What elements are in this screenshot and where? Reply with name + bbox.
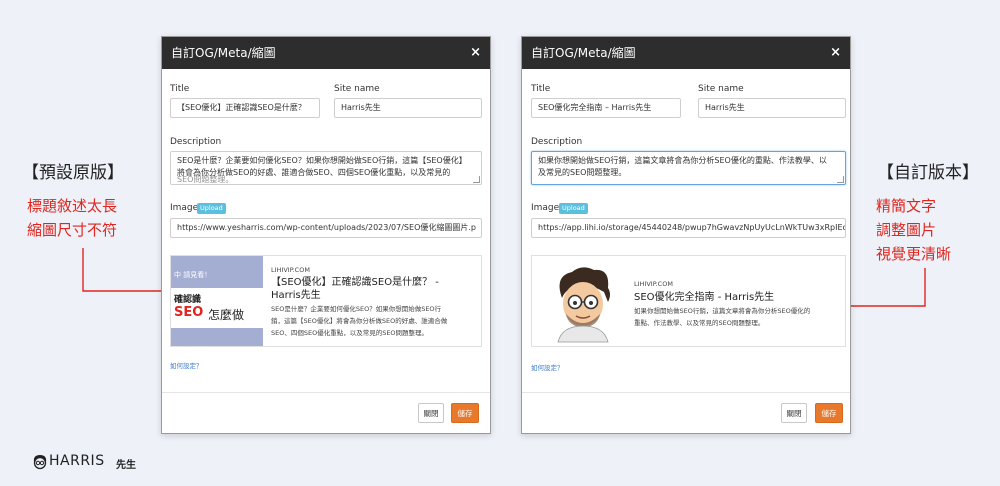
modal-footer-divider	[522, 392, 850, 393]
avatar-cartoon-icon	[557, 267, 610, 343]
link-preview-card: LIHIVIP.COM SEO優化完全指南 - Harris先生 如果你想開始做…	[531, 255, 846, 347]
og-meta-modal-custom: 自訂OG/Meta/縮圖 × Title Site name SEO優化完全指南…	[521, 36, 851, 434]
description-label: Description	[531, 137, 583, 147]
modal-footer-divider	[162, 392, 490, 393]
description-textarea[interactable]: 如果你想開始做SEO行銷，這篇文章將會為你分析SEO優化的重點、作法教學、以 及…	[531, 151, 846, 185]
preview-desc-line: SEO是什麼？企業要如何優化SEO？如果你想開始做SEO行	[271, 305, 442, 313]
description-line: SEO是什麼？企業要如何優化SEO？如果你想開始做SEO行銷，這篇【SEO優化】	[177, 156, 467, 165]
preview-desc-line: 重點、作法教學、以及常見的SEO問題整理。	[634, 319, 765, 327]
right-note-adjust-image: 調整圖片	[876, 221, 937, 239]
how-to-setup-link[interactable]: 如何設定？	[170, 360, 203, 370]
preview-desc-line: 如果你想開始做SEO行銷，這篇文章將會為你分析SEO優化的	[634, 307, 811, 315]
modal-title: 自訂OG/Meta/縮圖	[531, 46, 636, 60]
resize-handle[interactable]	[473, 176, 480, 183]
image-url-input[interactable]: https://app.lihi.io/storage/45440248/pwu…	[531, 218, 846, 238]
preview-thumbnail: 中 請見看！ 確認識 SEO 怎麼做	[171, 256, 263, 346]
site-name-input[interactable]: Harris先生	[334, 98, 482, 118]
left-panel-heading: 【預設原版】	[22, 163, 124, 183]
preview-title-line: Harris先生	[271, 290, 321, 301]
title-label: Title	[531, 84, 551, 94]
logo-text: HARRIS	[49, 453, 105, 469]
modal-header: 自訂OG/Meta/縮圖 ×	[162, 37, 490, 69]
description-label: Description	[170, 137, 222, 147]
logo-suffix: 先生	[116, 460, 136, 471]
title-label: Title	[170, 84, 190, 94]
left-note-title-too-long: 標題敘述太長	[27, 197, 118, 215]
image-label: Image	[531, 203, 560, 213]
save-button[interactable]: 儲存	[451, 403, 479, 423]
close-icon[interactable]: ×	[470, 37, 481, 69]
left-note-thumb-size: 縮圖尺寸不符	[27, 221, 118, 239]
thumb-text: 確認識	[174, 295, 202, 305]
description-textarea[interactable]: SEO是什麼？企業要如何優化SEO？如果你想開始做SEO行銷，這篇【SEO優化】…	[170, 151, 482, 185]
right-connector-line	[842, 268, 926, 310]
right-note-clearer-visual: 視覺更清晰	[876, 245, 952, 263]
resize-handle[interactable]	[837, 176, 844, 183]
close-button[interactable]: 關閉	[781, 403, 807, 423]
site-name-input[interactable]: Harris先生	[698, 98, 846, 118]
link-preview-card: 中 請見看！ 確認識 SEO 怎麼做 LIHIVIP.COM 【SEO優化】正確…	[170, 255, 482, 347]
title-input[interactable]: SEO優化完全指南 – Harris先生	[531, 98, 681, 118]
thumb-seo-text: SEO	[174, 305, 204, 320]
image-label: Image	[170, 203, 199, 213]
right-note-simplify-text: 精簡文字	[876, 197, 937, 215]
modal-title: 自訂OG/Meta/縮圖	[171, 46, 276, 60]
description-line: 如果你想開始做SEO行銷，這篇文章將會為你分析SEO優化的重點、作法教學、以	[538, 156, 827, 165]
description-line: 及常見的SEO問題整理。	[538, 168, 627, 177]
description-line: SEO問題整理。	[177, 175, 234, 184]
site-name-label: Site name	[698, 84, 744, 94]
thumb-caption: 中 請見看！	[174, 271, 212, 279]
og-meta-modal-default: 自訂OG/Meta/縮圖 × Title Site name 【SEO優化】正確…	[161, 36, 491, 434]
preview-desc-line: SEO、四個SEO優化重點，以及常見的SEO問題整理。	[271, 329, 429, 337]
modal-header: 自訂OG/Meta/縮圖 ×	[522, 37, 850, 69]
close-button[interactable]: 關閉	[418, 403, 444, 423]
preview-title: SEO優化完全指南 - Harris先生	[634, 292, 775, 303]
upload-button[interactable]: Upload	[197, 203, 226, 214]
preview-desc-line: 銷，這篇【SEO優化】將會為你分析做SEO的好處、誰適合做	[271, 317, 448, 325]
preview-domain: LIHIVIP.COM	[271, 266, 310, 274]
close-icon[interactable]: ×	[830, 37, 841, 69]
upload-button[interactable]: Upload	[559, 203, 588, 214]
site-name-label: Site name	[334, 84, 380, 94]
image-url-input[interactable]: https://www.yesharris.com/wp-content/upl…	[170, 218, 482, 238]
save-button[interactable]: 儲存	[815, 403, 843, 423]
right-panel-heading: 【自訂版本】	[877, 163, 979, 183]
title-input[interactable]: 【SEO優化】正確認識SEO是什麼？	[170, 98, 320, 118]
preview-title-line: 【SEO優化】正確認識SEO是什麼？ -	[271, 277, 439, 288]
thumb-how-text: 怎麼做	[208, 308, 245, 322]
how-to-setup-link[interactable]: 如何設定？	[531, 362, 564, 372]
preview-domain: LIHIVIP.COM	[634, 280, 673, 288]
face-logo-icon	[33, 455, 47, 470]
